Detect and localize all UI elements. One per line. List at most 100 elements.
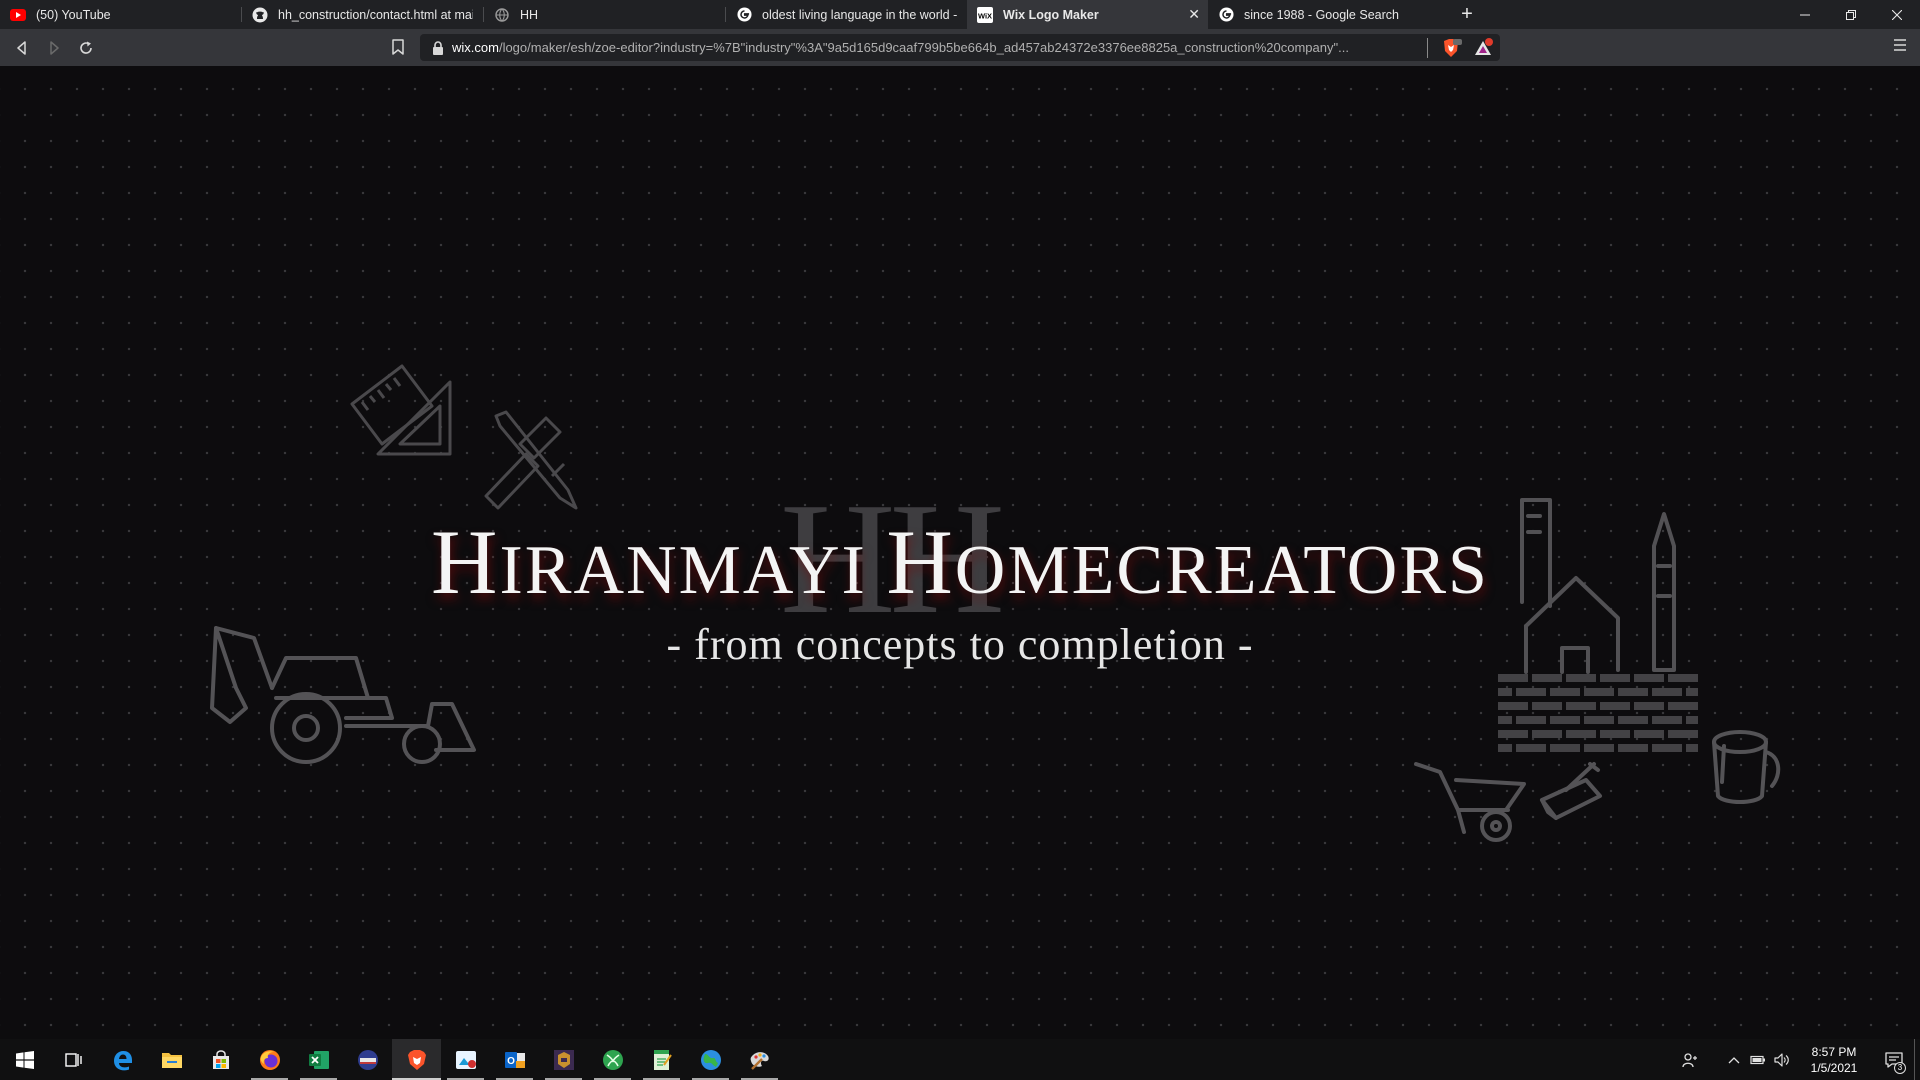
hamburger-icon: [1894, 39, 1906, 51]
close-icon: [1892, 9, 1902, 20]
show-desktop-button[interactable]: [1914, 1039, 1920, 1080]
reload-button[interactable]: [70, 32, 102, 64]
svg-text:WiX: WiX: [978, 11, 992, 20]
tab-label: oldest living language in the world - G: [762, 7, 957, 22]
toolbox-icon: [1536, 760, 1606, 826]
google-icon: [736, 7, 752, 23]
minimize-icon: [1800, 14, 1810, 15]
task-view-button[interactable]: [49, 1039, 98, 1080]
clock[interactable]: 8:57 PM 1/5/2021: [1794, 1044, 1874, 1076]
tools-cross-icon: [476, 406, 586, 516]
tab-label: (50) YouTube: [36, 7, 111, 22]
tab-youtube[interactable]: (50) YouTube: [0, 0, 241, 29]
windows-taskbar: O 8:57 PM 1/5/2021 3: [0, 1039, 1920, 1080]
taskbar-firefox[interactable]: [245, 1039, 294, 1080]
app-icon: [357, 1049, 378, 1070]
taskbar-brave[interactable]: [392, 1039, 441, 1080]
taskbar-excel[interactable]: [294, 1039, 343, 1080]
globe-app-icon: [700, 1049, 721, 1070]
taskbar-globe-app[interactable]: [686, 1039, 735, 1080]
start-button[interactable]: [0, 1039, 49, 1080]
battery-button[interactable]: [1746, 1039, 1770, 1080]
game-icon: [553, 1049, 574, 1070]
taskbar-edge[interactable]: [98, 1039, 147, 1080]
chevron-up-icon: [1728, 1056, 1740, 1063]
action-center-button[interactable]: 3: [1874, 1039, 1914, 1080]
brave-shield-icon: [1444, 39, 1462, 57]
back-icon: [17, 40, 26, 55]
battery-plugged-icon: [1750, 1055, 1765, 1064]
restore-button[interactable]: [1828, 0, 1874, 29]
paint-bucket-icon: [1704, 726, 1784, 810]
url-text: wix.com/logo/maker/esh/zoe-editor?indust…: [452, 40, 1437, 55]
brave-shields-button[interactable]: [1440, 37, 1462, 59]
back-button[interactable]: [6, 32, 38, 64]
volume-button[interactable]: [1770, 1039, 1794, 1080]
taskbar-outlook[interactable]: O: [490, 1039, 539, 1080]
tab-label: HH: [520, 7, 539, 22]
tab-label: since 1988 - Google Search: [1244, 7, 1399, 22]
tab-wix-logo-maker[interactable]: WiX Wix Logo Maker ✕: [967, 0, 1208, 29]
taskbar-xbox[interactable]: [588, 1039, 637, 1080]
forward-button[interactable]: [38, 32, 70, 64]
start-icon: [15, 1050, 34, 1069]
paint-icon: [750, 1051, 769, 1070]
firefox-icon: [259, 1049, 280, 1070]
taskbar-game[interactable]: [539, 1039, 588, 1080]
taskbar-paint[interactable]: [735, 1039, 784, 1080]
outlook-icon: O: [504, 1051, 525, 1068]
tab-label: Wix Logo Maker: [1003, 7, 1099, 22]
menu-button[interactable]: [1892, 38, 1908, 57]
tab-since-1988[interactable]: since 1988 - Google Search: [1208, 0, 1449, 29]
github-icon: [252, 7, 268, 23]
photos-icon: [455, 1050, 476, 1069]
taskbar-notepad[interactable]: [637, 1039, 686, 1080]
close-tab-icon[interactable]: ✕: [1188, 6, 1200, 23]
clock-date: 1/5/2021: [1810, 1060, 1858, 1075]
bookmark-icon: [392, 39, 404, 55]
logo-canvas: HH HIRANMAYI HOMECREATORS - from concept…: [0, 66, 1920, 1039]
task-view-icon: [64, 1052, 82, 1067]
xbox-icon: [602, 1049, 623, 1070]
speaker-icon: [1774, 1052, 1789, 1067]
tab-hh[interactable]: HH: [484, 0, 725, 29]
excel-icon: [308, 1050, 329, 1069]
window-controls: [1782, 0, 1920, 29]
file-explorer-icon: [161, 1052, 182, 1068]
plus-icon: +: [1461, 3, 1473, 25]
brand-word: OMECREATORS: [954, 532, 1489, 609]
tab-github[interactable]: hh_construction/contact.html at main: [242, 0, 483, 29]
url-path: /logo/maker/esh/zoe-editor?industry=%7B"…: [498, 40, 1349, 55]
brand-word: IRANMAYI: [499, 532, 887, 609]
clock-time: 8:57 PM: [1811, 1044, 1857, 1059]
youtube-icon: [10, 7, 26, 23]
notification-count-badge: 3: [1894, 1062, 1906, 1074]
taskbar-photos[interactable]: [441, 1039, 490, 1080]
people-button[interactable]: [1678, 1039, 1702, 1080]
taskbar-app[interactable]: [343, 1039, 392, 1080]
brave-rewards-button[interactable]: [1472, 37, 1494, 59]
reload-icon: [80, 41, 92, 54]
ruler-triangle-icon: [350, 362, 460, 462]
browser-tab-strip: (50) YouTube hh_construction/contact.htm…: [0, 0, 1920, 29]
logo-tagline: - from concepts to completion -: [666, 620, 1254, 669]
browser-toolbar: wix.com/logo/maker/esh/zoe-editor?indust…: [0, 29, 1920, 66]
close-window-button[interactable]: [1874, 0, 1920, 29]
taskbar-store[interactable]: [196, 1039, 245, 1080]
brand-name: HIRANMAYI HOMECREATORS: [0, 509, 1920, 615]
svg-text:O: O: [507, 1056, 515, 1067]
restore-icon: [1846, 9, 1856, 20]
wix-icon: WiX: [977, 6, 993, 23]
tab-oldest-language[interactable]: oldest living language in the world - G: [726, 0, 967, 29]
store-icon: [212, 1049, 229, 1069]
globe-icon: [494, 7, 510, 23]
forward-icon: [50, 40, 59, 55]
bookmark-button[interactable]: [388, 36, 408, 58]
system-tray: 8:57 PM 1/5/2021 3: [1678, 1039, 1920, 1080]
show-hidden-icons-button[interactable]: [1722, 1039, 1746, 1080]
people-icon: [1682, 1052, 1697, 1067]
taskbar-file-explorer[interactable]: [147, 1039, 196, 1080]
address-bar[interactable]: wix.com/logo/maker/esh/zoe-editor?indust…: [420, 34, 1500, 61]
minimize-button[interactable]: [1782, 0, 1828, 29]
new-tab-button[interactable]: +: [1449, 0, 1485, 29]
